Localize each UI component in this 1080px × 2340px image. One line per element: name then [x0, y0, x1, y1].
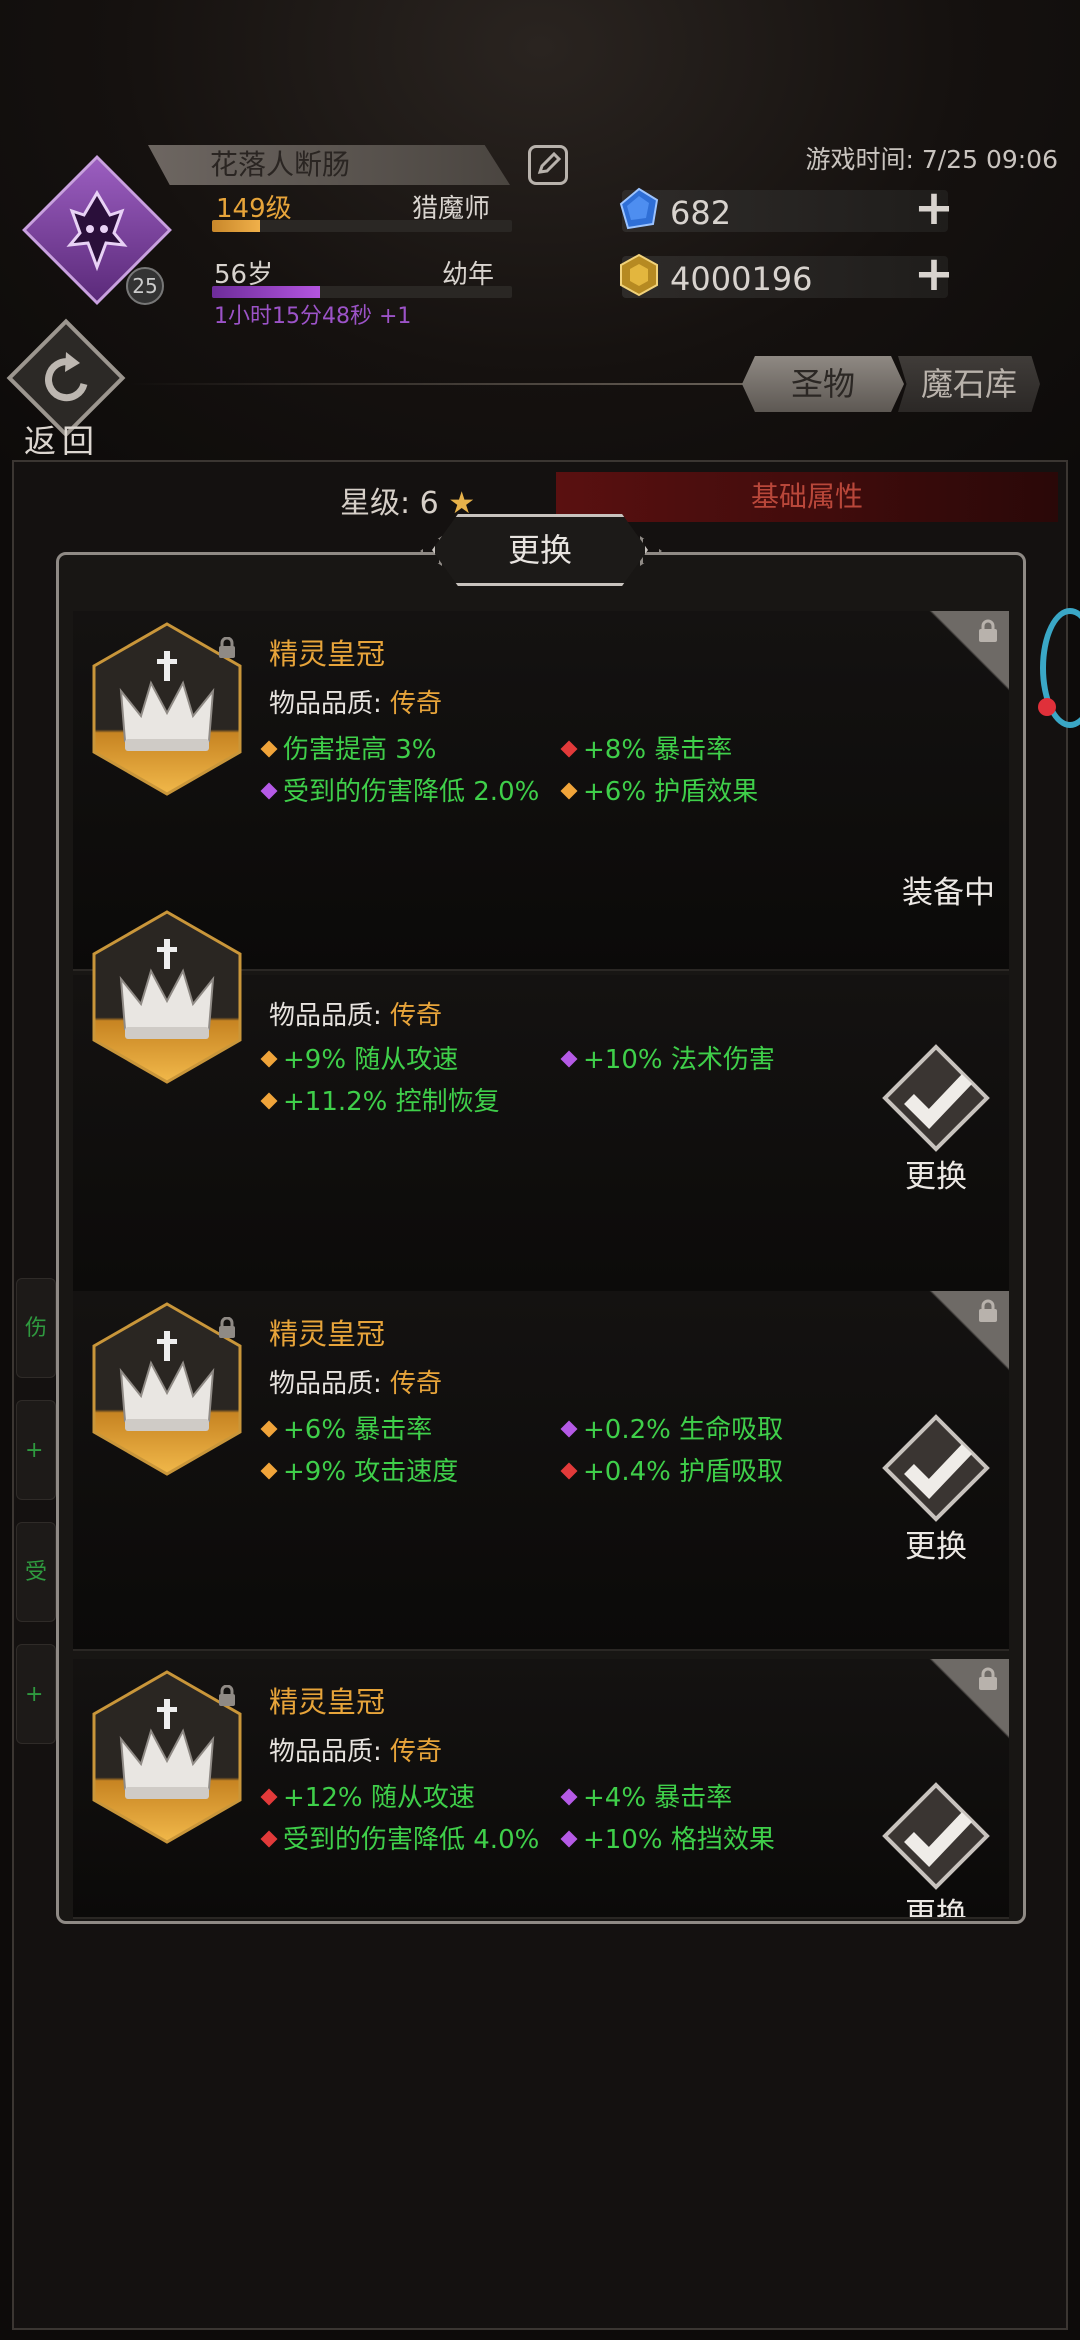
- header-divider: [130, 383, 750, 385]
- side-strip-3: 受: [16, 1522, 56, 1622]
- attr-left-1: +12% 随从攻速: [259, 1781, 549, 1815]
- item-name: 精灵皇冠: [269, 637, 386, 671]
- orange-gem-icon: [260, 1420, 278, 1438]
- orange-gem-icon: [260, 1092, 278, 1110]
- notification-dot: [1038, 698, 1056, 716]
- replace-item-modal: 精灵皇冠 物品品质: 传奇 伤害提高 3% 受到的伤害降低 2.0% +8% 暴…: [56, 552, 1026, 1924]
- gold-currency: 4000196 +: [620, 250, 954, 298]
- return-arrow-icon: [40, 350, 96, 410]
- lock-small-icon: [217, 1684, 237, 1707]
- item-quality: 物品品质: 传奇: [269, 689, 443, 719]
- item-card-3[interactable]: 精灵皇冠 物品品质: 传奇 +6% 暴击率 +9% 攻击速度 +0.2% 生命吸…: [73, 1291, 1009, 1651]
- gold-coin-icon: [616, 252, 662, 298]
- attr-right-1: +4% 暴击率: [559, 1781, 849, 1815]
- back-label: 返回: [24, 422, 101, 460]
- attr-right-1: +8% 暴击率: [559, 733, 849, 767]
- add-gems-button[interactable]: +: [910, 184, 958, 234]
- item-quality: 物品品质: 传奇: [269, 1737, 443, 1767]
- attr-left-2: 受到的伤害降低 4.0%: [259, 1823, 549, 1857]
- tab-magic-stone-vault[interactable]: 魔石库: [898, 356, 1040, 412]
- side-strip-2: +: [16, 1400, 56, 1500]
- item-name: 精灵皇冠: [269, 1317, 386, 1351]
- back-button[interactable]: 返回: [6, 318, 126, 460]
- item-card-2[interactable]: 物品品质: 传奇 +9% 随从攻速 +11.2% 控制恢复 +10% 法术伤害 …: [73, 910, 1009, 1335]
- item-card-4[interactable]: 精灵皇冠 物品品质: 传奇 +12% 随从攻速 受到的伤害降低 4.0% +4%…: [73, 1659, 1009, 1919]
- orange-gem-icon: [260, 1462, 278, 1480]
- basic-attributes-header: 基础属性: [556, 472, 1058, 522]
- attr-right-2: +6% 护盾效果: [559, 775, 849, 809]
- level-progress-bar: [212, 220, 512, 232]
- purple-gem-icon: [560, 1830, 578, 1848]
- red-gem-icon: [260, 1788, 278, 1806]
- avatar-level-badge: 25: [126, 267, 164, 305]
- replace-button[interactable]: 更换: [881, 1413, 991, 1565]
- side-strip-1: 伤: [16, 1278, 56, 1378]
- side-strip-4: +: [16, 1644, 56, 1744]
- age-timer: 1小时15分48秒 +1: [214, 304, 412, 329]
- lock-icon[interactable]: [977, 1667, 999, 1691]
- purple-gem-icon: [560, 1788, 578, 1806]
- attr-left-2: 受到的伤害降低 2.0%: [259, 775, 549, 809]
- add-gold-button[interactable]: +: [910, 250, 958, 300]
- lock-small-icon: [217, 636, 237, 659]
- replace-button[interactable]: 更换: [881, 1043, 991, 1195]
- lock-icon[interactable]: [977, 1299, 999, 1323]
- purple-gem-icon: [560, 1050, 578, 1068]
- attr-left-1: +6% 暴击率: [259, 1413, 549, 1447]
- age-progress-bar: [212, 286, 512, 298]
- checkmark-icon: [881, 1781, 991, 1895]
- game-time: 游戏时间: 7/25 09:06: [805, 145, 1058, 174]
- item-quality: 物品品质: 传奇: [269, 1001, 443, 1031]
- attr-left-2: +9% 攻击速度: [259, 1455, 549, 1489]
- purple-gem-icon: [260, 782, 278, 800]
- item-quality: 物品品质: 传奇: [269, 1369, 443, 1399]
- attr-right-2: +10% 格挡效果: [559, 1823, 849, 1857]
- star-level: 星级: 6 ★: [340, 486, 476, 521]
- attr-left-2: +11.2% 控制恢复: [259, 1085, 549, 1119]
- checkmark-icon: [881, 1413, 991, 1527]
- equipped-status: 装备中: [902, 875, 995, 911]
- attr-left-1: +9% 随从攻速: [259, 1043, 549, 1077]
- edit-name-icon[interactable]: [528, 145, 568, 185]
- attr-right-2: +0.4% 护盾吸取: [559, 1455, 849, 1489]
- red-gem-icon: [560, 740, 578, 758]
- replace-button[interactable]: 更换: [881, 1781, 991, 1917]
- red-gem-icon: [560, 1462, 578, 1480]
- blue-gem-icon: [616, 186, 662, 232]
- crown-icon: [91, 909, 243, 1085]
- tab-relics[interactable]: 圣物: [742, 356, 904, 412]
- orange-gem-icon: [260, 1050, 278, 1068]
- attr-right-1: +10% 法术伤害: [559, 1043, 849, 1077]
- player-name: 花落人断肠: [148, 145, 510, 185]
- item-name: 精灵皇冠: [269, 1685, 386, 1719]
- checkmark-icon: [881, 1043, 991, 1157]
- lock-icon[interactable]: [977, 619, 999, 643]
- orange-gem-icon: [260, 740, 278, 758]
- modal-title: 更换: [432, 514, 648, 586]
- lock-small-icon: [217, 1316, 237, 1339]
- orange-gem-icon: [560, 782, 578, 800]
- player-avatar[interactable]: 25: [22, 155, 172, 305]
- purple-gem-icon: [560, 1420, 578, 1438]
- gem-currency: 682 +: [619, 184, 954, 232]
- attr-right-1: +0.2% 生命吸取: [559, 1413, 849, 1447]
- red-gem-icon: [260, 1830, 278, 1848]
- attr-left-1: 伤害提高 3%: [259, 733, 549, 767]
